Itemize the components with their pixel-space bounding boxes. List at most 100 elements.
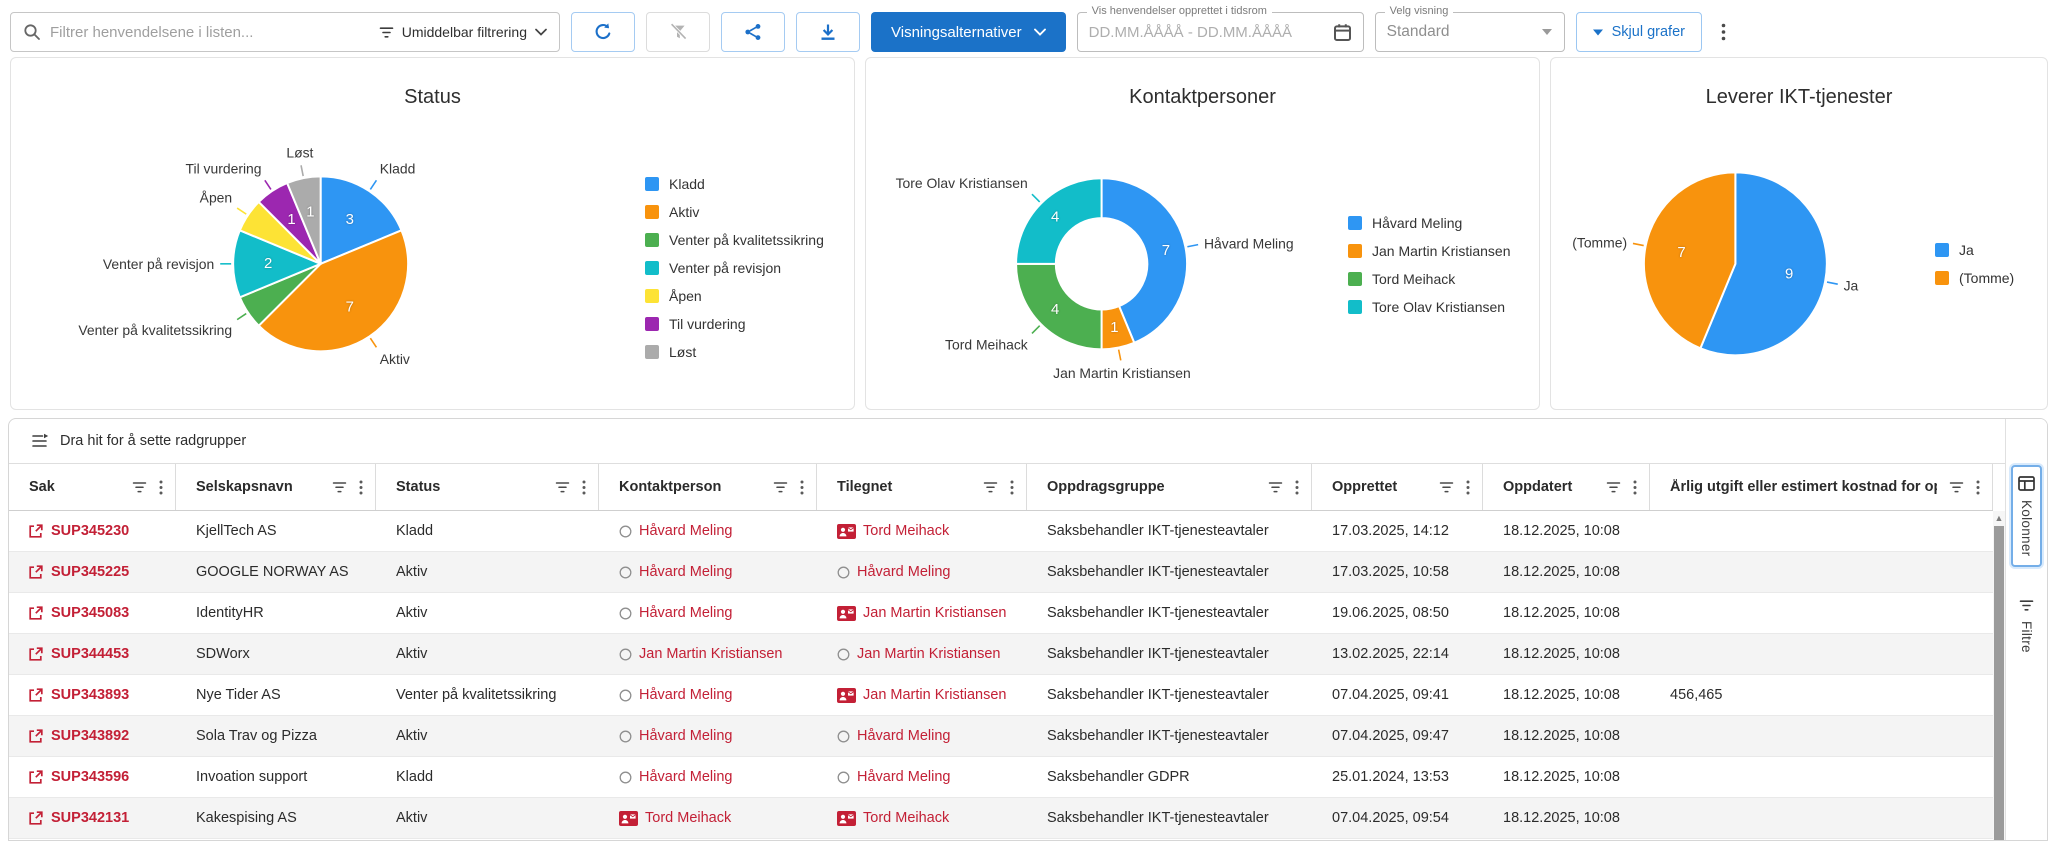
column-header-status[interactable]: Status <box>376 464 599 510</box>
external-link-icon[interactable] <box>27 605 44 622</box>
person-link[interactable]: Jan Martin Kristiansen <box>863 605 1006 621</box>
sak-link[interactable]: SUP345225 <box>51 564 129 580</box>
person-link[interactable]: Tord Meihack <box>645 810 731 826</box>
column-menu-icon[interactable] <box>582 480 586 495</box>
legend-item-venter-på-revisjon[interactable]: Venter på revisjon <box>645 260 824 276</box>
column-filter-icon[interactable] <box>1268 481 1283 494</box>
column-menu-icon[interactable] <box>1295 480 1299 495</box>
legend-item-til-vurdering[interactable]: Til vurdering <box>645 316 824 332</box>
view-options-button[interactable]: Visningsalternativer <box>871 12 1066 52</box>
hide-charts-button[interactable]: Skjul grafer <box>1576 12 1702 52</box>
date-range-field[interactable]: Vis henvendelser opprettet i tidsrom <box>1077 12 1364 52</box>
toolbar-menu-button[interactable] <box>1713 12 1735 52</box>
column-menu-icon[interactable] <box>1010 480 1014 495</box>
sak-link[interactable]: SUP343893 <box>51 687 129 703</box>
legend-item-tomme[interactable]: (Tomme) <box>1935 270 2014 286</box>
legend-item-venter-på-kvalitetssikring[interactable]: Venter på kvalitetssikring <box>645 232 824 248</box>
table-row[interactable]: SUP343596Invoation supportKladdHåvard Me… <box>9 757 1993 798</box>
table-row[interactable]: SUP344453SDWorxAktivJan Martin Kristians… <box>9 634 1993 675</box>
column-filter-icon[interactable] <box>332 481 347 494</box>
refresh-button[interactable] <box>571 12 635 52</box>
view-select[interactable]: Velg visning Standard <box>1375 12 1565 52</box>
sak-link[interactable]: SUP342131 <box>51 810 129 826</box>
column-filter-icon[interactable] <box>555 481 570 494</box>
row-group-dropzone[interactable]: Dra hit for å sette radgrupper <box>9 419 2047 464</box>
tab-filtre[interactable]: Filtre <box>2019 599 2034 653</box>
clear-filter-button[interactable] <box>646 12 710 52</box>
filter-mode-dropdown[interactable]: Umiddelbar filtrering <box>379 24 547 40</box>
external-link-icon[interactable] <box>27 646 44 663</box>
person-link[interactable]: Håvard Meling <box>639 728 733 744</box>
download-button[interactable] <box>796 12 860 52</box>
legend-item-løst[interactable]: Løst <box>645 344 824 360</box>
person-link[interactable]: Håvard Meling <box>857 769 951 785</box>
column-header-årlig-utgift-eller-estimert-kostnad-for-oppg[interactable]: Årlig utgift eller estimert kostnad for … <box>1650 464 1993 510</box>
column-header-oppdatert[interactable]: Oppdatert <box>1483 464 1650 510</box>
share-button[interactable] <box>721 12 785 52</box>
column-filter-icon[interactable] <box>132 481 147 494</box>
column-filter-icon[interactable] <box>1606 481 1621 494</box>
legend-item-håvard-meling[interactable]: Håvard Meling <box>1348 215 1511 231</box>
column-filter-icon[interactable] <box>1949 481 1964 494</box>
column-filter-icon[interactable] <box>983 481 998 494</box>
table-scrollbar[interactable]: ▲ <box>1993 511 2005 840</box>
column-header-tilegnet[interactable]: Tilegnet <box>817 464 1027 510</box>
legend-item-åpen[interactable]: Åpen <box>645 288 824 304</box>
sak-link[interactable]: SUP343596 <box>51 769 129 785</box>
legend-item-ja[interactable]: Ja <box>1935 242 2014 258</box>
column-header-oppdragsgruppe[interactable]: Oppdragsgruppe <box>1027 464 1312 510</box>
column-menu-icon[interactable] <box>1976 480 1980 495</box>
person-link[interactable]: Håvard Meling <box>639 523 733 539</box>
person-link[interactable]: Håvard Meling <box>639 605 733 621</box>
column-menu-icon[interactable] <box>800 480 804 495</box>
person-link[interactable]: Jan Martin Kristiansen <box>863 687 1006 703</box>
table-row[interactable]: SUP345083IdentityHRAktivHåvard MelingJan… <box>9 593 1993 634</box>
legend-item-tore-olav-kristiansen[interactable]: Tore Olav Kristiansen <box>1348 299 1511 315</box>
scroll-up-arrow[interactable]: ▲ <box>1993 512 2005 524</box>
tab-kolonner[interactable]: Kolonner <box>2011 465 2042 567</box>
column-header-selskapsnavn[interactable]: Selskapsnavn <box>176 464 376 510</box>
person-link[interactable]: Tord Meihack <box>863 523 949 539</box>
sak-link[interactable]: SUP344453 <box>51 646 129 662</box>
legend-item-kladd[interactable]: Kladd <box>645 176 824 192</box>
legend-item-jan-martin-kristiansen[interactable]: Jan Martin Kristiansen <box>1348 243 1511 259</box>
sak-link[interactable]: SUP345083 <box>51 605 129 621</box>
person-link[interactable]: Håvard Meling <box>857 728 951 744</box>
column-menu-icon[interactable] <box>1466 480 1470 495</box>
person-link[interactable]: Tord Meihack <box>863 810 949 826</box>
scroll-thumb[interactable] <box>1994 526 2004 840</box>
column-menu-icon[interactable] <box>1633 480 1637 495</box>
external-link-icon[interactable] <box>27 810 44 827</box>
external-link-icon[interactable] <box>27 687 44 704</box>
person-link[interactable]: Håvard Meling <box>639 687 733 703</box>
column-menu-icon[interactable] <box>159 480 163 495</box>
legend-item-aktiv[interactable]: Aktiv <box>645 204 824 220</box>
external-link-icon[interactable] <box>27 564 44 581</box>
table-row[interactable]: SUP342131Kakespising ASAktivTord Meihack… <box>9 798 1993 839</box>
date-range-input[interactable] <box>1089 24 1325 41</box>
table-row[interactable]: SUP343892Sola Trav og PizzaAktivHåvard M… <box>9 716 1993 757</box>
calendar-icon[interactable] <box>1333 23 1352 42</box>
search-box[interactable]: Umiddelbar filtrering <box>10 12 560 52</box>
table-row[interactable]: SUP345225GOOGLE NORWAY ASAktivHåvard Mel… <box>9 552 1993 593</box>
person-link[interactable]: Håvard Meling <box>639 769 733 785</box>
legend-item-tord-meihack[interactable]: Tord Meihack <box>1348 271 1511 287</box>
person-link[interactable]: Håvard Meling <box>639 564 733 580</box>
column-filter-icon[interactable] <box>773 481 788 494</box>
column-menu-icon[interactable] <box>359 480 363 495</box>
column-header-opprettet[interactable]: Opprettet <box>1312 464 1483 510</box>
table-row[interactable]: SUP343893Nye Tider ASVenter på kvalitets… <box>9 675 1993 716</box>
external-link-icon[interactable] <box>27 728 44 745</box>
external-link-icon[interactable] <box>27 523 44 540</box>
person-link[interactable]: Jan Martin Kristiansen <box>639 646 782 662</box>
column-header-sak[interactable]: Sak <box>9 464 176 510</box>
search-input[interactable] <box>50 24 370 41</box>
person-link[interactable]: Jan Martin Kristiansen <box>857 646 1000 662</box>
table-row[interactable]: SUP345230KjellTech ASKladdHåvard MelingT… <box>9 511 1993 552</box>
column-filter-icon[interactable] <box>1439 481 1454 494</box>
person-link[interactable]: Håvard Meling <box>857 564 951 580</box>
sak-link[interactable]: SUP345230 <box>51 523 129 539</box>
external-link-icon[interactable] <box>27 769 44 786</box>
sak-link[interactable]: SUP343892 <box>51 728 129 744</box>
column-header-kontaktperson[interactable]: Kontaktperson <box>599 464 817 510</box>
